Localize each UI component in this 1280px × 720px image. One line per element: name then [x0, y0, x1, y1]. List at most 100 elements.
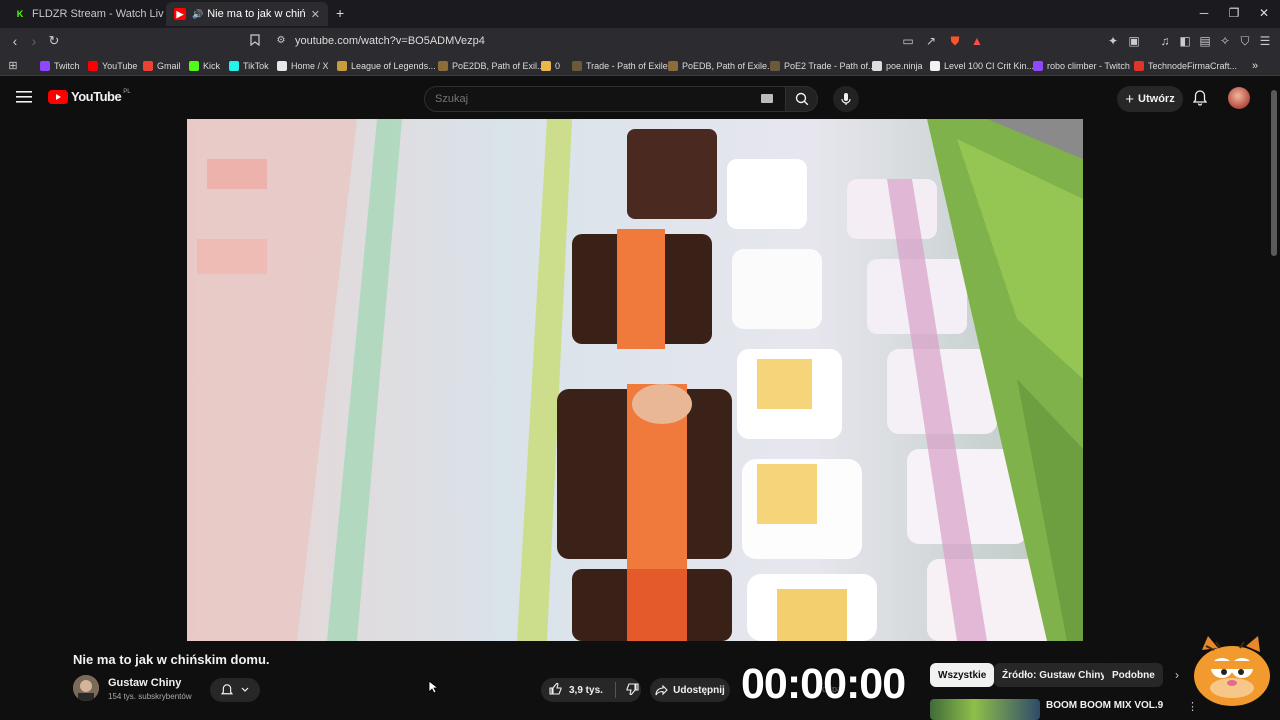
google-icon: [143, 61, 153, 71]
wallet-card-icon[interactable]: ▤: [1198, 34, 1212, 48]
keyboard-icon[interactable]: [761, 94, 773, 103]
poe-icon: [770, 61, 780, 71]
thumbs-down-icon: [626, 682, 639, 696]
brave-rewards-icon[interactable]: ▲: [970, 34, 984, 48]
bookmark-technode[interactable]: TechnodeFirmaCraft...: [1134, 59, 1237, 73]
poedb-icon: [668, 61, 678, 71]
minimize-icon[interactable]: ─: [1194, 6, 1214, 20]
bookmark-poe2db[interactable]: PoE2DB, Path of Exil...: [438, 59, 545, 73]
share-icon: [655, 684, 668, 695]
tab-title: Nie ma to jak w chińskim do: [207, 8, 305, 20]
kick-icon: [189, 61, 199, 71]
apps-grid-icon[interactable]: ⊞: [6, 59, 20, 73]
page-icon: [930, 61, 940, 71]
site-info-icon[interactable]: ⚙: [274, 34, 288, 48]
notifications-bell-icon[interactable]: [1192, 90, 1208, 111]
kick-icon: K: [14, 8, 26, 20]
bookmark-poe-ninja[interactable]: poe.ninja: [872, 59, 923, 73]
twitch-icon: [1033, 61, 1043, 71]
cast-icon[interactable]: ▭: [901, 34, 915, 48]
plus-icon: +: [1125, 90, 1135, 108]
leo-ai-icon[interactable]: ✧: [1218, 34, 1232, 48]
bookmark-poe2-trade[interactable]: PoE2 Trade - Path of...: [770, 59, 876, 73]
ninja-icon: [872, 61, 882, 71]
thumbs-up-icon: [549, 681, 562, 695]
bookmark-tiktok[interactable]: TikTok: [229, 59, 269, 73]
forward-icon[interactable]: ›: [25, 33, 43, 49]
like-count: 3,9 tys.: [569, 684, 603, 696]
bookmark-folder[interactable]: 0: [541, 59, 560, 73]
twitch-icon: [40, 61, 50, 71]
vpn-icon[interactable]: ⛉: [1238, 34, 1252, 48]
bookmark-level-100[interactable]: Level 100 CI Crit Kin...: [930, 59, 1034, 73]
league-icon: [337, 61, 347, 71]
bookmark-x[interactable]: Home / X: [277, 59, 329, 73]
tiktok-icon: [229, 61, 239, 71]
youtube-icon: ▶: [174, 8, 186, 20]
media-icon[interactable]: ♫: [1158, 34, 1172, 48]
menu-icon[interactable]: ☰: [1258, 34, 1272, 48]
page-icon: [1134, 61, 1144, 71]
close-window-icon[interactable]: ✕: [1254, 6, 1274, 20]
page-scrollbar[interactable]: [1271, 90, 1277, 256]
region-code: PL: [123, 88, 131, 95]
more-actions-icon[interactable]: ⋮: [1187, 700, 1198, 713]
bookmark-twitch[interactable]: Twitch: [40, 59, 80, 73]
bookmark-league[interactable]: League of Legends...: [337, 59, 436, 73]
bookmark-poedb[interactable]: PoEDB, Path of Exile...: [668, 59, 775, 73]
new-tab-button[interactable]: +: [336, 5, 344, 21]
search-input[interactable]: [424, 86, 786, 112]
poe-icon: [572, 61, 582, 71]
extensions-icon[interactable]: ✦: [1106, 34, 1120, 48]
youtube-header: YouTube PL + Utwórz: [0, 77, 1280, 119]
bookmark-trade-poe[interactable]: Trade - Path of Exile: [572, 59, 668, 73]
divider: [614, 682, 616, 698]
chevron-right-icon[interactable]: ›: [1175, 668, 1179, 682]
sidebar-icon[interactable]: ◧: [1178, 34, 1192, 48]
recommendation-thumbnail[interactable]: [930, 699, 1040, 720]
share-page-icon[interactable]: ↗: [924, 34, 938, 48]
bookmark-robo-climber[interactable]: robo climber - Twitch: [1033, 59, 1130, 73]
brave-shield-icon[interactable]: ⛊: [948, 34, 962, 48]
garfield-overlay-image: [1186, 628, 1272, 708]
bookmarks-overflow-button[interactable]: »: [1252, 59, 1258, 73]
video-title: Nie ma to jak w chińskim domu.: [73, 652, 270, 667]
mouse-cursor-icon: [428, 680, 440, 699]
like-button[interactable]: [549, 681, 562, 698]
create-button[interactable]: + Utwórz: [1117, 86, 1183, 112]
bookmark-kick[interactable]: Kick: [189, 59, 220, 73]
chip-from-channel[interactable]: Źródło: Gustaw Chiny: [994, 663, 1114, 687]
voice-search-button[interactable]: [833, 86, 859, 112]
reload-icon[interactable]: ↻: [45, 33, 63, 49]
chip-all[interactable]: Wszystkie: [930, 663, 995, 687]
dislike-button[interactable]: [626, 682, 639, 698]
bookmark-page-icon[interactable]: [248, 34, 262, 48]
youtube-logo[interactable]: YouTube PL: [48, 89, 131, 104]
back-icon[interactable]: ‹: [6, 33, 24, 49]
channel-name[interactable]: Gustaw Chiny: [108, 677, 181, 689]
x-icon: [277, 61, 287, 71]
wallet-icon[interactable]: ▣: [1127, 34, 1141, 48]
video-player[interactable]: [187, 119, 1083, 641]
chip-related[interactable]: Podobne: [1104, 663, 1163, 687]
tab-youtube-video[interactable]: ▶ 🔊 Nie ma to jak w chińskim do ✕: [166, 2, 328, 26]
create-label: Utwórz: [1138, 93, 1175, 105]
hamburger-menu-icon[interactable]: [16, 90, 32, 109]
subscription-notifications-button[interactable]: [210, 678, 260, 702]
bookmark-youtube[interactable]: YouTube: [88, 59, 137, 73]
search-button[interactable]: [786, 86, 818, 112]
tab-kick[interactable]: K FLDZR Stream - Watch Live on Kick: [6, 2, 164, 26]
close-tab-icon[interactable]: ✕: [311, 8, 320, 21]
bell-icon: [221, 683, 233, 694]
overlay-timer: 00:00:00: [741, 660, 906, 708]
restore-icon[interactable]: ❐: [1224, 6, 1244, 20]
share-button[interactable]: Udostępnij: [650, 678, 730, 702]
speaker-icon: 🔊: [192, 8, 204, 19]
youtube-logo-icon: [48, 89, 68, 104]
address-bar[interactable]: youtube.com/watch?v=BO5ADMVezp4: [295, 35, 485, 47]
channel-avatar[interactable]: [73, 675, 99, 701]
account-avatar[interactable]: [1228, 87, 1250, 109]
bookmark-gmail[interactable]: Gmail: [143, 59, 181, 73]
recommendation-title[interactable]: BOOM BOOM MIX VOL.9: [1046, 700, 1163, 711]
like-dislike-group: 3,9 tys.: [541, 678, 641, 702]
